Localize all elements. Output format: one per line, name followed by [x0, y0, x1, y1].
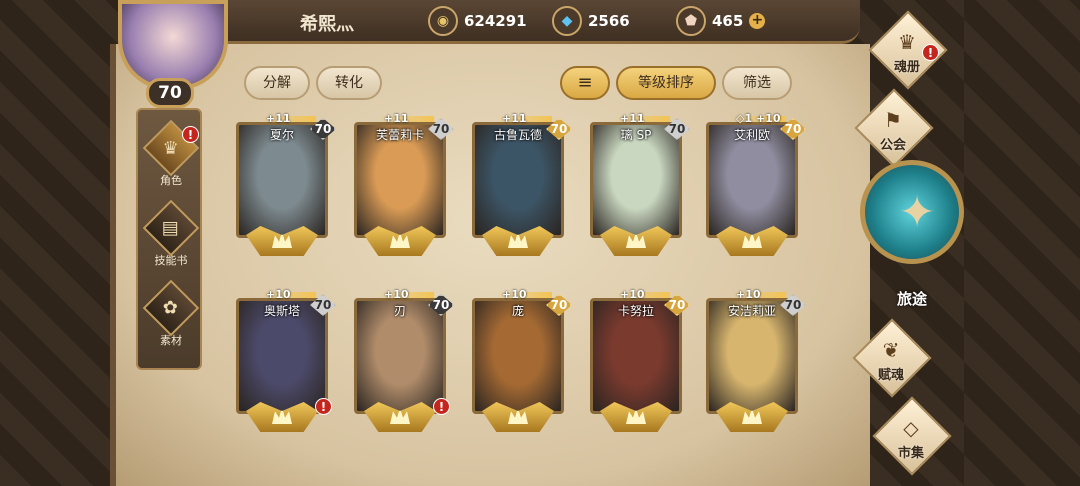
hero-bonus: +10 [266, 288, 291, 301]
hero-bonus-value: +10 [266, 288, 291, 301]
level-sort-button[interactable]: 等级排序 [616, 66, 716, 100]
hero-bonus: +10 [620, 288, 645, 301]
hero-bonus: +10 [502, 288, 527, 301]
hero-card[interactable]: +10 70 卡努拉 [590, 288, 690, 432]
decompose-button[interactable]: 分解 [244, 66, 310, 100]
hero-card[interactable]: +10 70 庞 [472, 288, 572, 432]
hero-bonus: +11 [620, 112, 645, 125]
hero-card[interactable]: +11 70 芙蕾莉卡 [354, 112, 454, 256]
market-label: 市集 [897, 446, 924, 461]
hero-bonus: +10 [384, 288, 409, 301]
hero-bonus-value: +11 [502, 112, 527, 125]
top-bar: 希熙灬 ◉ 624291 ◆ 2566 ⬟ 465 + [200, 0, 860, 44]
hero-prefix: ◇1 [736, 112, 753, 125]
infuse-soul-button[interactable]: ❦ 赋魂 [846, 318, 936, 398]
hero-card[interactable]: +11 70 古鲁瓦德 [472, 112, 572, 256]
gem-counter: ⬟ 465 + [676, 6, 766, 36]
nav-material[interactable]: ✿ 素材 [138, 279, 204, 348]
hero-bonus: +11 [384, 112, 409, 125]
crystal-icon: ◆ [552, 6, 582, 36]
left-nav: ♛ 角色 ! ▤ 技能书 ✿ 素材 [136, 108, 202, 370]
soul-book-button[interactable]: ♛ 魂册 ! [862, 10, 952, 90]
hero-bonus: +11 [266, 112, 291, 125]
gold-value: 624291 [464, 12, 527, 30]
player-level: 70 [146, 78, 194, 108]
game-screen: { "player": {"name":"希熙灬","level":"70"},… [0, 0, 1080, 486]
hero-card[interactable]: +11 70 夏尔 [236, 112, 336, 256]
journey-orb-icon: ✦ [860, 160, 964, 264]
hero-bonus-value: +11 [384, 112, 409, 125]
hero-alert-badge: ! [433, 398, 450, 415]
hero-bonus-value: +11 [266, 112, 291, 125]
guild-button[interactable]: ⚑ 公会 [848, 88, 938, 168]
filter-button[interactable]: 筛选 [722, 66, 792, 100]
player-name: 希熙灬 [300, 14, 354, 35]
hero-bonus: ◇1 +10 [736, 112, 781, 125]
hero-bonus-value: +10 [384, 288, 409, 301]
hero-card[interactable]: +10 70 刃! [354, 288, 454, 432]
nav-skill-book[interactable]: ▤ 技能书 [138, 199, 204, 268]
gem-icon: ⬟ [676, 6, 706, 36]
hero-card[interactable]: +11 70 璃 SP [590, 112, 690, 256]
hero-bonus-value: +10 [620, 288, 645, 301]
market-button[interactable]: ◇ 市集 [866, 396, 956, 476]
hero-alert-badge: ! [315, 398, 332, 415]
guild-label: 公会 [879, 138, 906, 153]
hero-bonus-value: +10 [755, 112, 781, 125]
hero-bonus-value: +11 [620, 112, 645, 125]
soul-book-label: 魂册 [893, 60, 920, 75]
journey-button[interactable]: ✦ 旅途 [860, 160, 964, 308]
nav-character[interactable]: ♛ 角色 ! [138, 119, 204, 188]
gold-counter: ◉ 624291 [428, 6, 527, 36]
convert-button[interactable]: 转化 [316, 66, 382, 100]
hero-bonus-value: +10 [502, 288, 527, 301]
hero-bonus-value: +10 [736, 288, 761, 301]
skill-book-icon: ▤ [142, 199, 200, 257]
soul-book-alert-badge: ! [922, 44, 939, 61]
gem-value: 465 [712, 12, 744, 30]
player-avatar[interactable] [118, 0, 228, 90]
hero-card[interactable]: +10 70 安洁莉亚 [706, 288, 806, 432]
infuse-soul-label: 赋魂 [877, 368, 904, 383]
gold-coin-icon: ◉ [428, 6, 458, 36]
journey-label: 旅途 [896, 290, 927, 308]
hero-card[interactable]: +10 70 奥斯塔! [236, 288, 336, 432]
hero-bonus: +10 [736, 288, 761, 301]
hero-bonus: +11 [502, 112, 527, 125]
hero-card[interactable]: ◇1 +10 70 艾利欧 [706, 112, 806, 256]
sort-order-button[interactable]: ≡ [560, 66, 610, 100]
character-alert-badge: ! [182, 126, 199, 143]
crystal-counter: ◆ 2566 [552, 6, 630, 36]
right-border [964, 0, 1080, 486]
material-icon: ✿ [142, 279, 200, 337]
add-gem-button[interactable]: + [749, 13, 766, 29]
crystal-value: 2566 [588, 12, 630, 30]
